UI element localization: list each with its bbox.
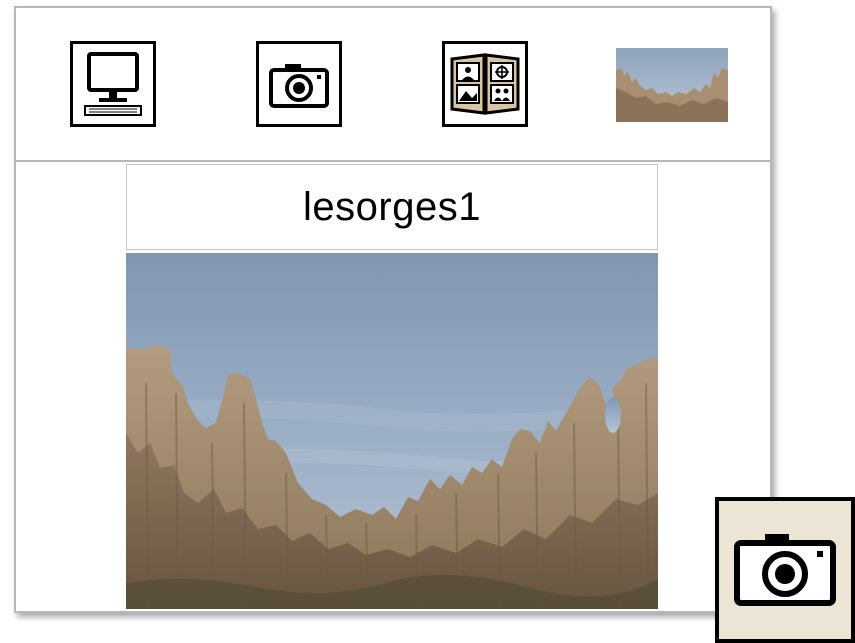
camera-icon	[269, 64, 329, 108]
camera-button[interactable]	[256, 41, 342, 127]
photo-album-button[interactable]	[442, 41, 528, 127]
computer-icon	[84, 52, 142, 116]
landscape-thumbnail[interactable]	[616, 48, 728, 122]
photo-viewer-window: lesorges1	[14, 6, 772, 613]
photo-title-bar: lesorges1	[126, 164, 658, 250]
toolbar	[16, 8, 770, 162]
main-photo	[126, 253, 658, 609]
photo-title: lesorges1	[303, 184, 481, 229]
photo-album-icon	[450, 53, 520, 115]
floating-camera-button[interactable]	[715, 497, 855, 643]
computer-button[interactable]	[70, 41, 156, 127]
camera-icon	[734, 534, 836, 606]
